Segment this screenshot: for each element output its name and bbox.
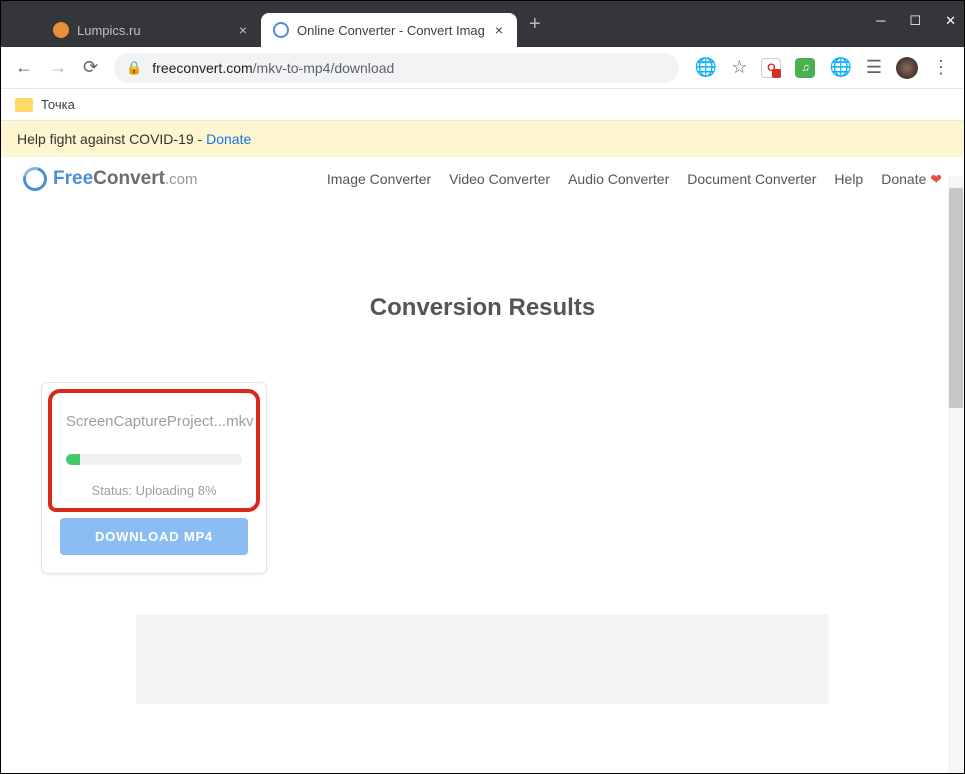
ad-placeholder [136, 614, 829, 704]
tab-title: Lumpics.ru [77, 23, 229, 38]
menu-icon[interactable]: ⋮ [932, 57, 950, 78]
forward-button[interactable]: → [49, 57, 67, 78]
tab-lumpics[interactable]: Lumpics.ru × [41, 13, 261, 47]
nav-donate[interactable]: Donate ❤ [881, 171, 942, 188]
extension-music[interactable]: ♫ [795, 58, 815, 78]
covid-text: Help fight against COVID-19 - [17, 131, 206, 147]
conversion-card: ScreenCaptureProject...mkv Status: Uploa… [41, 382, 267, 574]
site-logo[interactable]: FreeConvert.com [23, 167, 197, 191]
nav-video-converter[interactable]: Video Converter [449, 171, 550, 188]
progress-fill [66, 454, 80, 465]
profile-avatar[interactable] [896, 57, 918, 79]
covid-banner: Help fight against COVID-19 - Donate [1, 121, 964, 157]
minimize-button[interactable]: ─ [876, 13, 885, 29]
progress-bar [66, 454, 242, 465]
reload-button[interactable]: ⟳ [83, 57, 98, 78]
site-header: FreeConvert.com Image Converter Video Co… [1, 157, 964, 199]
nav-document-converter[interactable]: Document Converter [687, 171, 816, 188]
browser-titlebar: Lumpics.ru × Online Converter - Convert … [1, 1, 964, 47]
back-button[interactable]: ← [15, 57, 33, 78]
tab-title: Online Converter - Convert Imag [297, 23, 485, 38]
status-text: Status: Uploading 8% [66, 483, 242, 498]
star-icon[interactable]: ☆ [731, 57, 747, 78]
maximize-button[interactable]: ☐ [909, 13, 921, 29]
nav-image-converter[interactable]: Image Converter [327, 171, 431, 188]
tab-freeconvert[interactable]: Online Converter - Convert Imag × [261, 13, 517, 47]
download-button[interactable]: DOWNLOAD MP4 [60, 518, 248, 555]
nav-audio-converter[interactable]: Audio Converter [568, 171, 669, 188]
results-area: ScreenCaptureProject...mkv Status: Uploa… [1, 382, 964, 574]
heart-icon: ❤ [930, 171, 942, 187]
file-name: ScreenCaptureProject...mkv [66, 413, 242, 430]
vertical-scrollbar[interactable] [948, 176, 964, 773]
window-controls: ─ ☐ ✕ [876, 13, 956, 29]
folder-icon [15, 98, 33, 112]
url-text: freeconvert.com/mkv-to-mp4/download [152, 60, 394, 76]
progress-wrap [66, 454, 242, 465]
page-content: Help fight against COVID-19 - Donate Fre… [1, 121, 964, 773]
nav-links: Image Converter Video Converter Audio Co… [227, 171, 942, 188]
close-window-button[interactable]: ✕ [945, 13, 956, 29]
page-title: Conversion Results [1, 294, 964, 322]
upload-highlight: ScreenCaptureProject...mkv Status: Uploa… [48, 389, 260, 512]
address-bar: ← → ⟳ 🔒 freeconvert.com/mkv-to-mp4/downl… [1, 47, 964, 89]
favicon-freeconvert [273, 22, 289, 38]
toolbar-right: 🌐 ☆ O ♫ 🌐 ☰ ⋮ [695, 57, 950, 79]
donate-link[interactable]: Donate [206, 131, 251, 147]
url-box[interactable]: 🔒 freeconvert.com/mkv-to-mp4/download [114, 53, 679, 83]
favicon-lumpics [53, 22, 69, 38]
nav-help[interactable]: Help [834, 171, 863, 188]
extension-opera[interactable]: O [761, 58, 781, 78]
reading-list-icon[interactable]: ☰ [866, 57, 882, 78]
logo-icon [19, 163, 52, 196]
lock-icon: 🔒 [126, 60, 142, 76]
extension-globe[interactable]: 🌐 [829, 57, 851, 78]
translate-icon[interactable]: 🌐 [695, 57, 717, 78]
new-tab-button[interactable]: + [517, 13, 553, 36]
bookmarks-bar: Точка [1, 89, 964, 121]
close-icon[interactable]: × [237, 22, 249, 38]
bookmark-item[interactable]: Точка [41, 97, 75, 112]
scrollbar-thumb[interactable] [949, 188, 963, 408]
logo-text: FreeConvert.com [53, 168, 197, 190]
close-icon[interactable]: × [493, 22, 505, 38]
